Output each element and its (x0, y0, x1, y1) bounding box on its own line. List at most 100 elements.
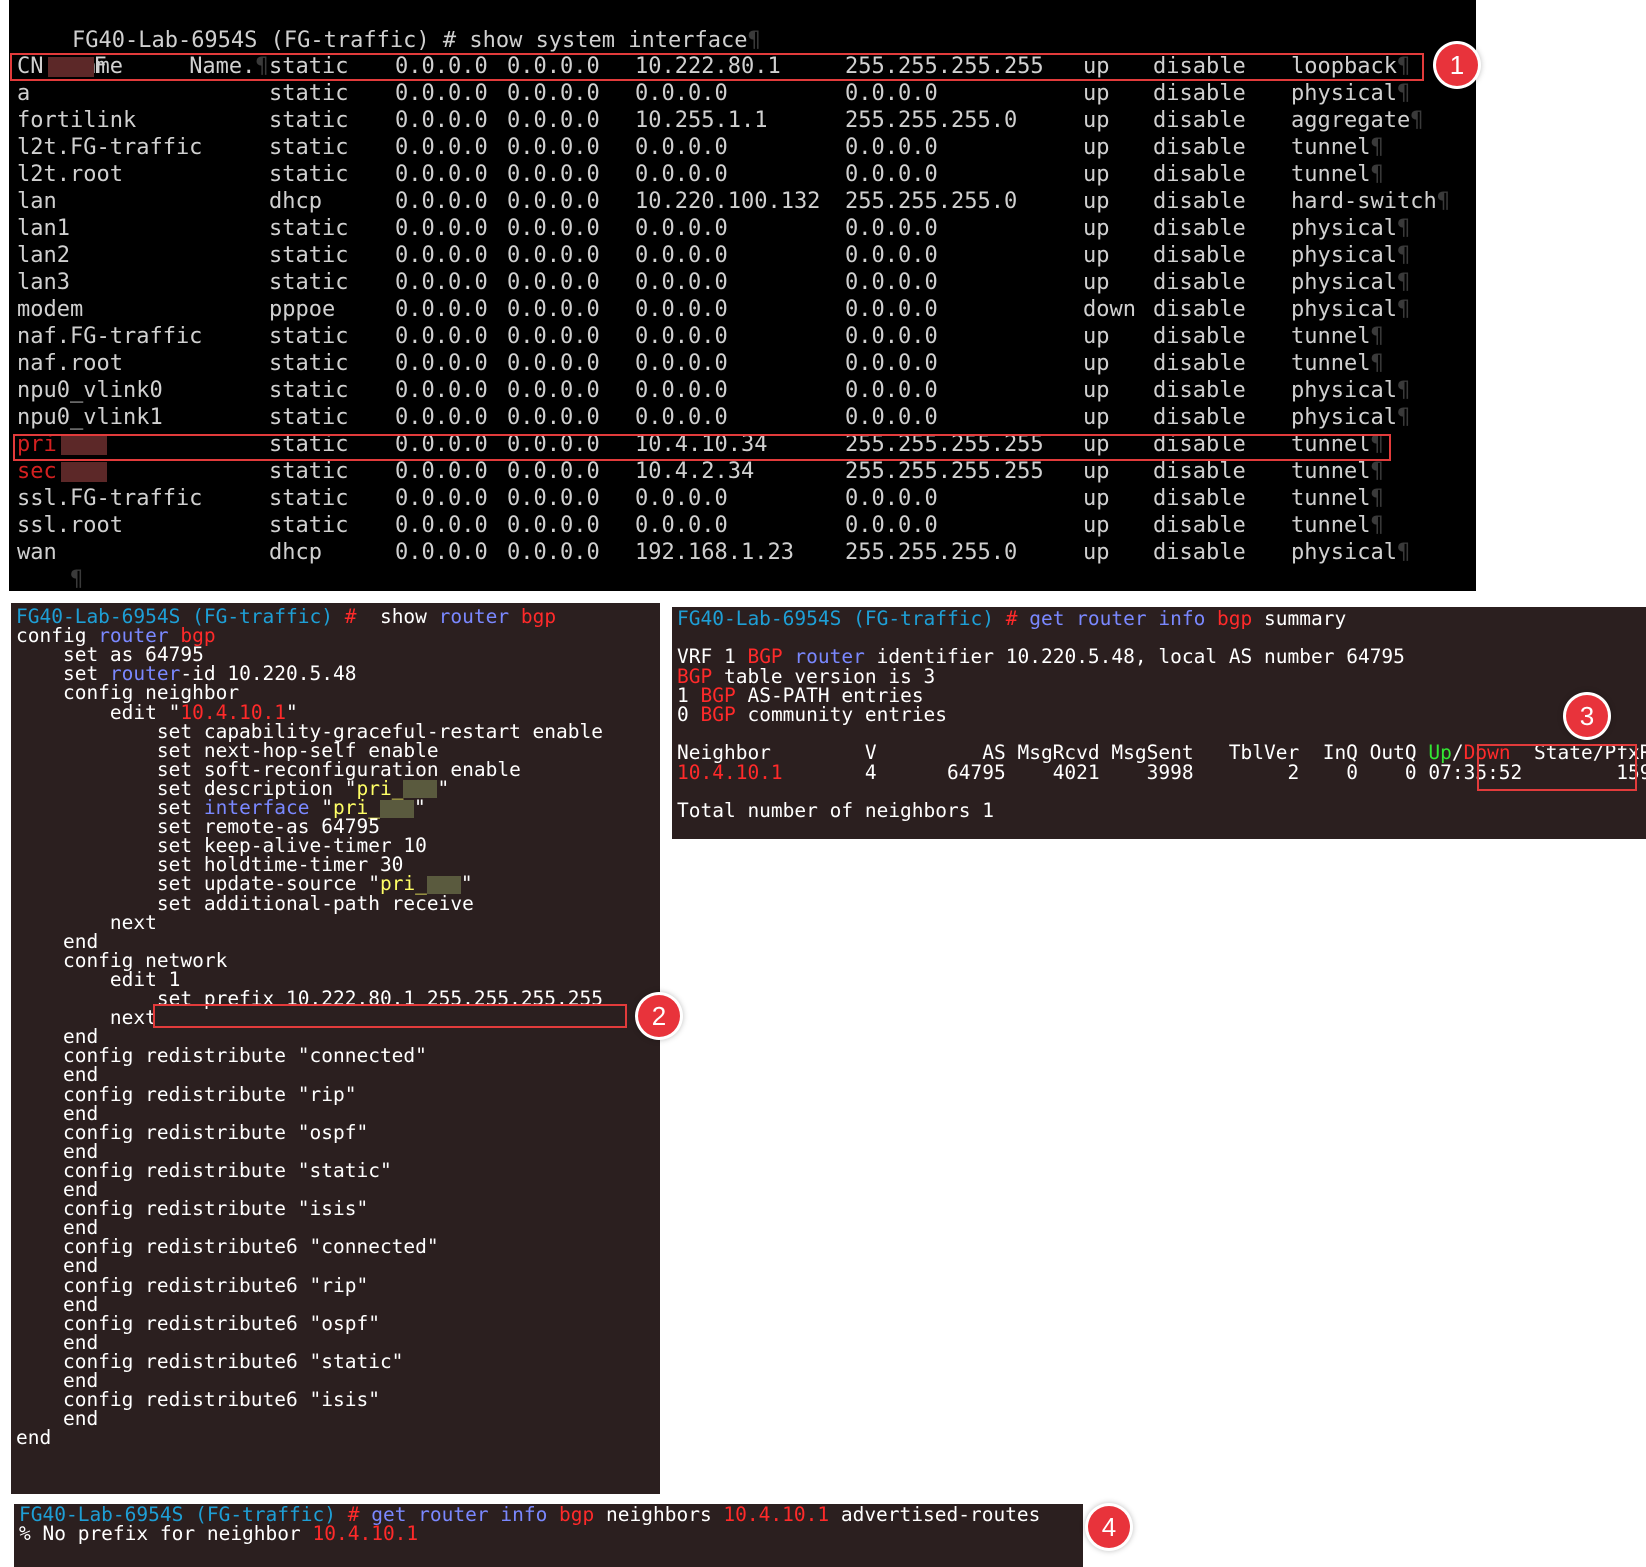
bgp-summary-terminal[interactable]: FG40-Lab-6954S (FG-traffic) # get router… (672, 607, 1646, 839)
interface-ip2: 0.0.0.0 (507, 135, 600, 160)
interface-ip2: 0.0.0.0 (507, 324, 600, 349)
pilcrow: ¶ (1370, 135, 1384, 160)
interface-status: up (1083, 513, 1110, 538)
interface-mode: static (269, 513, 349, 538)
interface-row: ssl.root static 0.0.0.0 0.0.0.0 0.0.0.0 0.0.0… (9, 512, 1469, 539)
interface-addr: 0.0.0.0 (635, 513, 728, 538)
interface-netbios: disable (1153, 486, 1246, 511)
terminal-text: bgp (547, 1504, 595, 1526)
interface-type: tunnel¶ (1291, 486, 1384, 511)
interface-ip1: 0.0.0.0 (395, 324, 488, 349)
interface-mask: 0.0.0.0 (845, 81, 938, 106)
interface-status: up (1083, 243, 1110, 268)
interface-type: tunnel¶ (1291, 459, 1384, 484)
interface-mask: 0.0.0.0 (845, 324, 938, 349)
interface-name: npu0_vlink1 (17, 405, 163, 430)
interface-ip2: 0.0.0.0 (507, 108, 600, 133)
interface-name: ssl.root (17, 513, 123, 538)
interface-name: fortilink (17, 108, 137, 133)
advertised-routes-terminal[interactable]: FG40-Lab-6954S (FG-traffic) # get router… (14, 1504, 1083, 1567)
interface-ip1: 0.0.0.0 (395, 189, 488, 214)
pilcrow: ¶ (1396, 216, 1411, 241)
interface-mask: 0.0.0.0 (845, 216, 938, 241)
interface-status: up (1083, 108, 1110, 133)
interface-mode: static (269, 162, 349, 187)
interface-status: up (1083, 189, 1110, 214)
interface-netbios: disable (1153, 108, 1246, 133)
interface-status: up (1083, 378, 1110, 403)
interface-type: physical¶ (1291, 405, 1411, 430)
interface-ip2: 0.0.0.0 (507, 216, 600, 241)
terminal-text: end (16, 1426, 52, 1450)
interface-addr: 0.0.0.0 (635, 81, 728, 106)
interface-addr: 0.0.0.0 (635, 351, 728, 376)
interface-row: npu0_vlink0 static 0.0.0.0 0.0.0.0 0.0.0.0 0.… (9, 377, 1469, 404)
interface-name: modem (17, 297, 84, 322)
interface-type: physical¶ (1291, 81, 1411, 106)
interface-mask: 0.0.0.0 (845, 351, 938, 376)
interface-netbios: disable (1153, 351, 1246, 376)
interface-ip1: 0.0.0.0 (395, 135, 488, 160)
interface-ip1: 0.0.0.0 (395, 459, 488, 484)
pilcrow: ¶ (1396, 243, 1411, 268)
terminal-line: Total number of neighbors 1 (677, 801, 994, 821)
interface-row: l2t.root static 0.0.0.0 0.0.0.0 0.0.0.0 0.0.0… (9, 161, 1469, 188)
interface-row: fortilink static 0.0.0.0 0.0.0.0 10.255.1.1 2… (9, 107, 1469, 134)
interface-mask: 0.0.0.0 (845, 162, 938, 187)
pilcrow: ¶ (1396, 540, 1411, 565)
interface-type: tunnel¶ (1291, 513, 1384, 538)
callout-badge-2: 2 (638, 995, 680, 1037)
interface-mode: pppoe (269, 297, 336, 322)
bgp-config-terminal[interactable]: FG40-Lab-6954S (FG-traffic) # show route… (11, 603, 660, 1494)
interface-mode: static (269, 378, 349, 403)
interface-name: l2t.FG-traffic (17, 135, 203, 160)
interface-ip2: 0.0.0.0 (507, 81, 600, 106)
terminal-text: FG40-Lab-6954S (FG-traffic) (677, 607, 994, 630)
interface-netbios: disable (1153, 135, 1246, 160)
interface-netbios: disable (1153, 378, 1246, 403)
interface-mask: 0.0.0.0 (845, 270, 938, 295)
terminal-text: " (413, 796, 426, 819)
terminal-text: " (437, 776, 450, 800)
interface-row: sec static 0.0.0.0 0.0.0.0 10.4.2.34 255.255.… (9, 458, 1469, 485)
terminal-text: 10.4.10.1 (677, 760, 783, 784)
terminal-text: show (356, 605, 439, 628)
terminal-text: Total number of neighbors 1 (677, 799, 994, 822)
interface-type: physical¶ (1291, 378, 1411, 403)
pilcrow: ¶ (1370, 162, 1384, 187)
interface-netbios: disable (1153, 189, 1246, 214)
interface-ip2: 0.0.0.0 (507, 459, 600, 484)
interface-netbios: disable (1153, 459, 1246, 484)
interface-netbios: disable (1153, 216, 1246, 241)
interface-mode: static (269, 459, 349, 484)
interface-ip2: 0.0.0.0 (507, 540, 600, 565)
system-interface-terminal[interactable]: FG40-Lab-6954S (FG-traffic) # show syste… (9, 0, 1476, 591)
interface-row: modem pppoe 0.0.0.0 0.0.0.0 0.0.0.0 0.0.0.0 do… (9, 296, 1469, 323)
interface-type: tunnel¶ (1291, 162, 1384, 187)
interface-status: up (1083, 486, 1110, 511)
interface-ip2: 0.0.0.0 (507, 297, 600, 322)
terminal-text: bgp (1205, 607, 1253, 630)
interface-ip2: 0.0.0.0 (507, 189, 600, 214)
interface-ip1: 0.0.0.0 (395, 378, 488, 403)
highlight-set-prefix (153, 1004, 627, 1028)
terminal-text: advertised-routes (829, 1504, 1041, 1526)
terminal-text: 0 (677, 703, 701, 726)
interface-row: naf.root static 0.0.0.0 0.0.0.0 0.0.0.0 0.0.0… (9, 350, 1469, 377)
interface-mode: static (269, 324, 349, 349)
terminal-line: % No prefix for neighbor 10.4.10.1 (19, 1524, 418, 1544)
interface-addr: 10.220.100.132 (635, 189, 821, 214)
highlight-state-pfxrcd (1477, 744, 1637, 791)
terminal-text: % No prefix for neighbor (19, 1522, 313, 1545)
highlight-loopback-row (10, 53, 1424, 81)
interface-ip2: 0.0.0.0 (507, 351, 600, 376)
callout-badge-3: 3 (1566, 695, 1608, 737)
interface-ip2: 0.0.0.0 (507, 486, 600, 511)
interface-mask: 255.255.255.0 (845, 189, 1018, 214)
terminal-text: 10.4.10.1 (723, 1504, 830, 1526)
interface-status: up (1083, 540, 1110, 565)
interface-name: naf.root (17, 351, 123, 376)
interface-name: ssl.FG-traffic (17, 486, 203, 511)
interface-status: up (1083, 270, 1110, 295)
interface-mask: 0.0.0.0 (845, 513, 938, 538)
